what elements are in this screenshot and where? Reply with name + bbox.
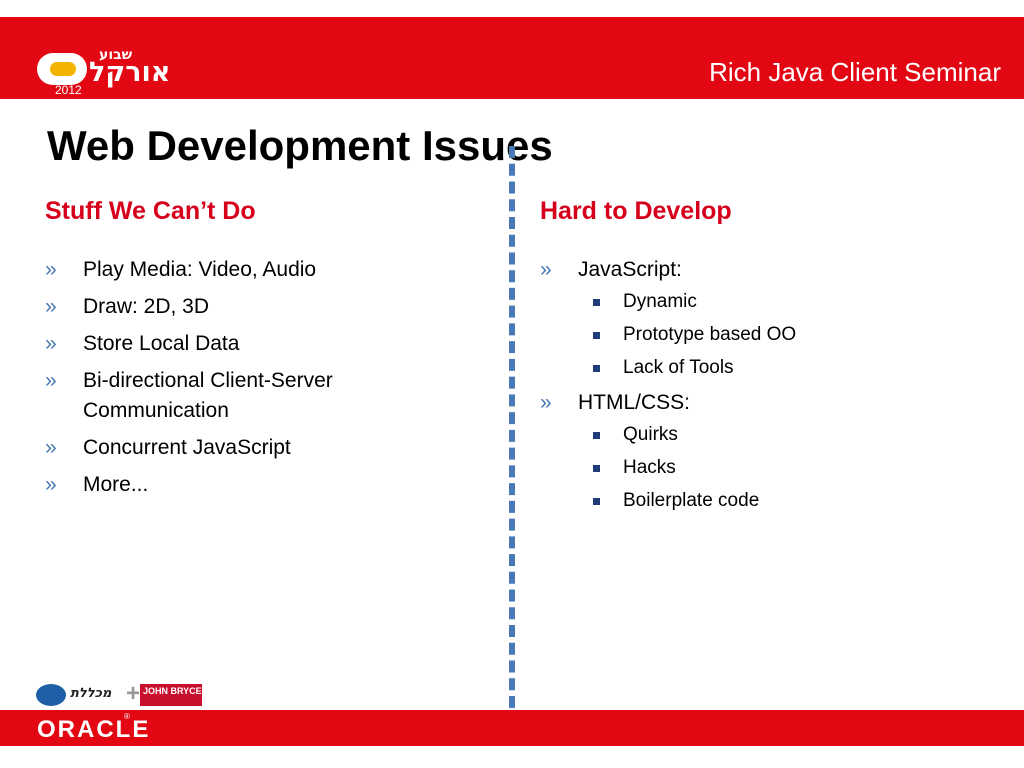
list-item: » JavaScript: Dynamic Prototype based OO… [540, 255, 1000, 381]
oracle-week-logo: שבוע אורקל 2012 [33, 47, 173, 101]
square-bullet-icon [593, 498, 600, 505]
left-bullet-list: » Play Media: Video, Audio » Draw: 2D, 3D … [45, 255, 465, 507]
sponsor-oval-icon [36, 684, 66, 706]
bullet-icon: » [540, 258, 552, 281]
left-column-heading: Stuff We Can’t Do [45, 197, 256, 225]
bullet-icon: » [45, 295, 57, 318]
group-label: HTML/CSS: [578, 391, 691, 414]
sub-list-item: Dynamic [578, 289, 1000, 315]
square-bullet-icon [593, 465, 600, 472]
sponsor-logo: מכללת + JOHN BRYCE [36, 680, 202, 708]
list-item: » HTML/CSS: Quirks Hacks Boilerplate cod… [540, 388, 1000, 514]
sub-list-item: Quirks [578, 422, 1000, 448]
logo-pill-icon [37, 53, 87, 85]
header-banner: שבוע אורקל 2012 Rich Java Client Seminar [0, 17, 1024, 99]
bullet-icon: » [45, 473, 57, 496]
bullet-icon: » [45, 436, 57, 459]
sub-list-item: Prototype based OO [578, 322, 1000, 348]
john-bryce-logo: JOHN BRYCE [140, 684, 202, 706]
list-item: » Bi-directional Client-Server Communicat… [45, 366, 465, 426]
square-bullet-icon [593, 365, 600, 372]
list-item: » Concurrent JavaScript [45, 433, 465, 463]
right-bullet-list: » JavaScript: Dynamic Prototype based OO… [540, 255, 1000, 521]
bullet-icon: » [45, 332, 57, 355]
sub-list: Quirks Hacks Boilerplate code [578, 422, 1000, 514]
list-item: » Store Local Data [45, 329, 465, 359]
square-bullet-icon [593, 332, 600, 339]
square-bullet-icon [593, 432, 600, 439]
sub-list: Dynamic Prototype based OO Lack of Tools [578, 289, 1000, 381]
list-item: » Play Media: Video, Audio [45, 255, 465, 285]
column-divider [509, 146, 515, 708]
logo-hebrew-main: אורקל [89, 57, 171, 88]
sub-list-item: Boilerplate code [578, 488, 1000, 514]
registered-mark: ® [124, 712, 130, 721]
footer-banner: ORACLE ® [0, 710, 1024, 746]
square-bullet-icon [593, 299, 600, 306]
list-item: » More... [45, 470, 465, 500]
seminar-title: Rich Java Client Seminar [709, 57, 1001, 87]
slide: שבוע אורקל 2012 Rich Java Client Seminar… [0, 0, 1024, 768]
oracle-logo: ORACLE [37, 716, 151, 743]
group-label: JavaScript: [578, 258, 682, 281]
sponsor-logo-text: מכללת [70, 686, 112, 701]
sub-list-item: Lack of Tools [578, 355, 1000, 381]
bullet-icon: » [540, 391, 552, 414]
john-bryce-label: JOHN BRYCE [143, 686, 202, 696]
right-column-heading: Hard to Develop [540, 197, 732, 225]
sub-list-item: Hacks [578, 455, 1000, 481]
list-item: » Draw: 2D, 3D [45, 292, 465, 322]
slide-title: Web Development Issues [47, 122, 553, 169]
logo-year: 2012 [55, 83, 82, 97]
plus-icon: + [126, 680, 141, 707]
bullet-icon: » [45, 369, 57, 392]
bullet-icon: » [45, 258, 57, 281]
